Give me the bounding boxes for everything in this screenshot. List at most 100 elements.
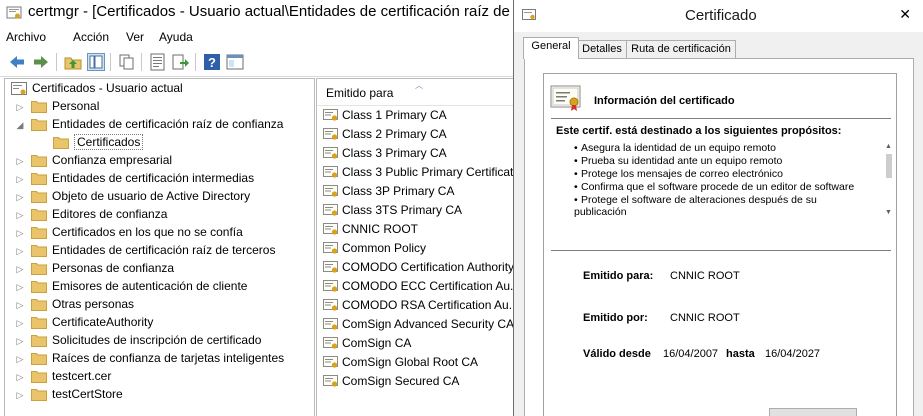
tree-item[interactable]: ▷ testCertStore [5, 386, 305, 404]
menu-archivo[interactable]: Archivo [6, 30, 46, 44]
expand-arrow-icon[interactable]: ▷ [15, 281, 25, 293]
issued-to-label: Emitido para: [583, 270, 654, 282]
list-item-label: CNNIC ROOT [342, 222, 418, 236]
toolbar: ? [0, 48, 513, 77]
back-icon[interactable] [8, 53, 26, 71]
list-item-label: Class 3 Public Primary Certificat... [342, 165, 513, 179]
certificate-icon [323, 242, 338, 254]
copy-icon[interactable] [118, 53, 136, 71]
tree-item[interactable]: ▷ Certificados en los que no se confía [5, 224, 305, 242]
show-hide-tree-icon[interactable] [87, 53, 105, 71]
menu-accion[interactable]: Acción [73, 30, 109, 44]
tree-item[interactable]: ▷ Raíces de confianza de tarjetas intelig… [5, 350, 305, 368]
tree-root[interactable]: Certificados - Usuario actual [5, 80, 305, 98]
menu-ver[interactable]: Ver [126, 30, 144, 44]
folder-icon [31, 245, 47, 257]
toolbar-separator [56, 53, 57, 71]
list-item[interactable]: COMODO Certification Authority [317, 258, 513, 277]
expand-arrow-icon[interactable]: ▷ [15, 191, 25, 203]
tab-ruta-de-certificacion[interactable]: Ruta de certificación [626, 40, 736, 59]
folder-icon [31, 191, 47, 203]
console-tree[interactable]: Certificados - Usuario actual ▷ Personal ◢… [4, 78, 315, 416]
list-item[interactable]: COMODO RSA Certification Au... [317, 296, 513, 315]
list-item[interactable]: COMODO ECC Certification Au... [317, 277, 513, 296]
tree-item[interactable]: ▷ Personal [5, 98, 305, 116]
scroll-up-icon[interactable]: ▲ [885, 143, 892, 150]
folder-icon [31, 371, 47, 383]
divider [551, 118, 891, 119]
tree-item[interactable]: Certificados [5, 134, 305, 152]
list-item[interactable]: ComSign Secured CA [317, 372, 513, 391]
list-item[interactable]: ComSign Advanced Security CA [317, 315, 513, 334]
tree-item[interactable]: ◢ Entidades de certificación raíz de conf… [5, 116, 305, 134]
expand-arrow-icon[interactable]: ▷ [15, 173, 25, 185]
expand-arrow-icon[interactable]: ▷ [15, 245, 25, 257]
valid-from-value: 16/04/2007 [663, 348, 719, 360]
list-item[interactable]: Common Policy [317, 239, 513, 258]
divider [551, 250, 891, 251]
list-item[interactable]: Class 1 Primary CA [317, 106, 513, 125]
list-item[interactable]: Class 2 Primary CA [317, 125, 513, 144]
scroll-thumb[interactable] [886, 154, 892, 178]
expand-arrow-icon[interactable]: ▷ [15, 227, 25, 239]
certificate-store-icon [11, 82, 27, 95]
list-item-label: COMODO ECC Certification Au... [342, 279, 513, 293]
tree-item[interactable]: ▷ Emisores de autenticación de cliente [5, 278, 305, 296]
tree-item-label: Editores de confianza [52, 207, 168, 221]
help-icon[interactable]: ? [203, 53, 221, 71]
tree-item-label: Otras personas [52, 297, 135, 311]
tab-general[interactable]: General [523, 37, 579, 59]
tree-item[interactable]: ▷ Solicitudes de inscripción de certifica… [5, 332, 305, 350]
tree-item[interactable]: ▷ testcert.cer [5, 368, 305, 386]
up-folder-icon[interactable] [64, 53, 82, 71]
forward-icon[interactable] [32, 53, 50, 71]
list-item[interactable]: Class 3P Primary CA [317, 182, 513, 201]
list-item[interactable]: Class 3TS Primary CA [317, 201, 513, 220]
view-icon[interactable] [226, 53, 244, 71]
scroll-down-icon[interactable]: ▼ [885, 209, 892, 216]
tree-item[interactable]: ▷ Objeto de usuario de Active Directory [5, 188, 305, 206]
certmgr-app-icon [6, 6, 22, 19]
expand-arrow-icon[interactable]: ▷ [15, 263, 25, 275]
expand-arrow-icon[interactable]: ▷ [15, 335, 25, 347]
collapse-arrow-icon[interactable]: ◢ [15, 119, 25, 131]
expand-arrow-icon[interactable]: ▷ [15, 155, 25, 167]
purposes-scrollbar[interactable]: ▲ ▼ [884, 142, 894, 222]
certificate-icon [323, 299, 338, 311]
close-icon[interactable]: ✕ [899, 6, 911, 23]
list-item[interactable]: CNNIC ROOT [317, 220, 513, 239]
tree-item[interactable]: ▷ CertificateAuthority [5, 314, 305, 332]
properties-icon[interactable] [149, 53, 167, 71]
expand-arrow-icon[interactable]: ▷ [15, 353, 25, 365]
bullet-icon: • [574, 181, 578, 193]
certificate-list[interactable]: Emitido para ︿ Class 1 Primary CA Class 2… [316, 78, 513, 416]
expand-arrow-icon[interactable]: ▷ [15, 317, 25, 329]
expand-arrow-icon[interactable]: ▷ [15, 371, 25, 383]
folder-icon [31, 335, 47, 347]
folder-icon [53, 137, 69, 149]
expand-arrow-icon[interactable]: ▷ [15, 389, 25, 401]
tree-item[interactable]: ▷ Editores de confianza [5, 206, 305, 224]
tree-item-label: Entidades de certificación intermedias [52, 171, 255, 185]
expand-arrow-icon[interactable]: ▷ [15, 209, 25, 221]
list-item[interactable]: Class 3 Primary CA [317, 144, 513, 163]
list-item[interactable]: ComSign Global Root CA [317, 353, 513, 372]
tree-item[interactable]: ▷ Otras personas [5, 296, 305, 314]
menu-ayuda[interactable]: Ayuda [159, 30, 193, 44]
tab-detalles[interactable]: Detalles [577, 40, 627, 59]
issuer-statement-button[interactable] [769, 408, 857, 416]
list-item-label: ComSign CA [342, 336, 412, 350]
column-header-emitido-para[interactable]: Emitido para ︿ [317, 79, 513, 106]
tree-item[interactable]: ▷ Personas de confianza [5, 260, 305, 278]
list-item[interactable]: ComSign CA [317, 334, 513, 353]
list-item[interactable]: Class 3 Public Primary Certificat... [317, 163, 513, 182]
expand-arrow-icon[interactable]: ▷ [15, 299, 25, 311]
tree-item[interactable]: ▷ Confianza empresarial [5, 152, 305, 170]
export-icon[interactable] [172, 53, 190, 71]
menu-bar: Archivo Acción Ver Ayuda [0, 27, 513, 47]
list-item-label: ComSign Global Root CA [342, 355, 479, 369]
tree-item[interactable]: ▷ Entidades de certificación intermedias [5, 170, 305, 188]
purpose-text: Protege los mensajes de correo electróni… [581, 168, 783, 180]
expand-arrow-icon[interactable]: ▷ [15, 101, 25, 113]
tree-item[interactable]: ▷ Entidades de certificación raíz de terc… [5, 242, 305, 260]
